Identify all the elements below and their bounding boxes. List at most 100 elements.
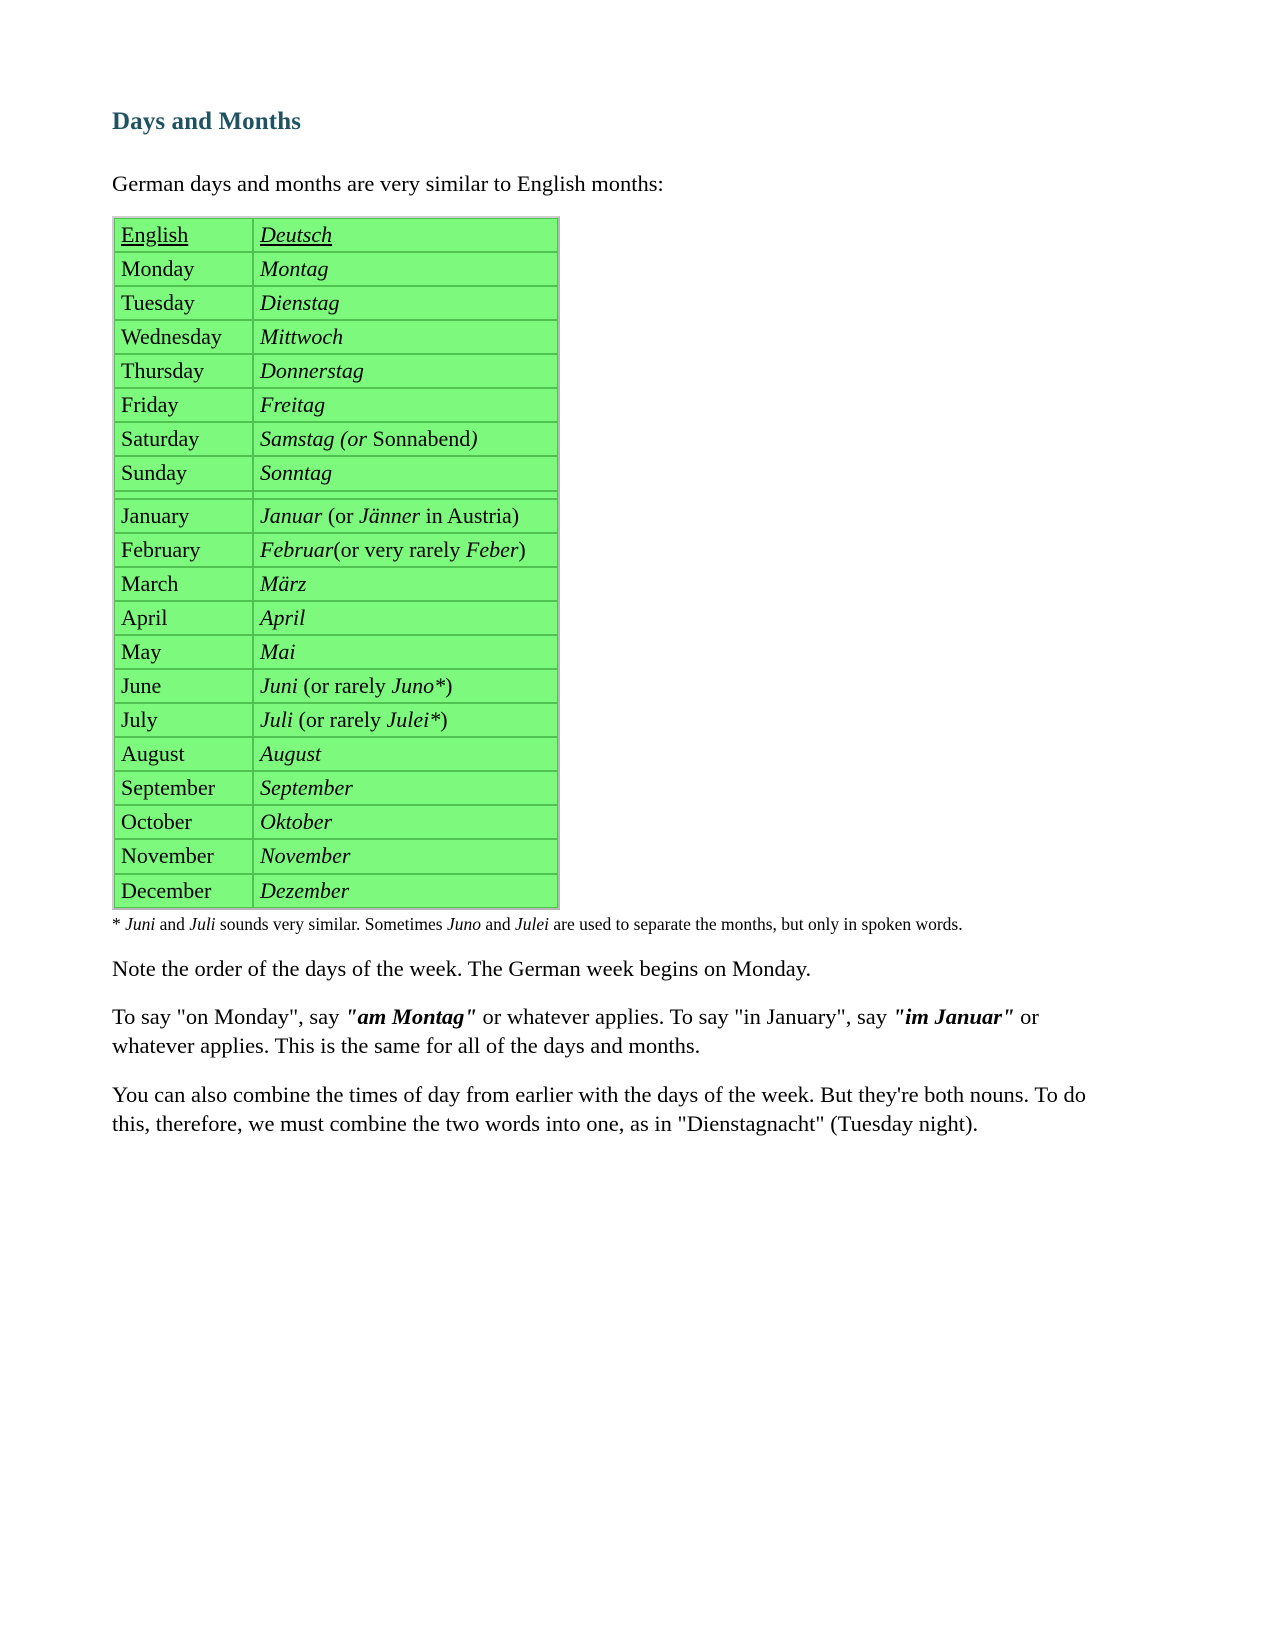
cell-english: October bbox=[114, 805, 253, 840]
deutsch-main: Freitag bbox=[260, 392, 326, 418]
cell-english: November bbox=[114, 839, 253, 874]
page-title: Days and Months bbox=[112, 108, 302, 135]
to-say-emphasis-am-montag: "am Montag" bbox=[345, 1004, 477, 1030]
cell-deutsch: Mittwoch bbox=[253, 320, 558, 355]
cell-deutsch: Donnerstag bbox=[253, 354, 558, 389]
table-row: Monday Montag bbox=[114, 251, 558, 286]
document-page: Days and Months German days and months a… bbox=[0, 0, 1275, 1650]
table-spacer-row bbox=[114, 490, 558, 499]
to-say-paragraph: To say "on Monday", say "am Montag" or w… bbox=[112, 1003, 1095, 1061]
footnote-word-juni: Juni bbox=[125, 913, 156, 934]
deutsch-main: März bbox=[260, 570, 307, 596]
spacer-cell-deutsch bbox=[253, 490, 558, 499]
table-row: Tuesday Dienstag bbox=[114, 285, 558, 321]
footnote-word-juli: Juli bbox=[189, 913, 216, 934]
table-row: May Mai bbox=[114, 634, 558, 670]
cell-deutsch: März bbox=[253, 566, 558, 601]
table-row: October Oktober bbox=[114, 805, 558, 840]
deutsch-main: April bbox=[260, 604, 306, 630]
cell-english: Friday bbox=[114, 388, 253, 423]
deutsch-end: ) bbox=[445, 673, 453, 699]
footnote-word-juno: Juno bbox=[446, 913, 481, 934]
deutsch-main: Mittwoch bbox=[260, 324, 344, 350]
cell-english: Monday bbox=[114, 251, 253, 286]
footnote-seg2: sounds very similar. Sometimes bbox=[215, 913, 447, 934]
table-header-english-label: English bbox=[121, 221, 189, 247]
table-row: Wednesday Mittwoch bbox=[114, 320, 558, 355]
table-row: September September bbox=[114, 771, 558, 806]
cell-english: September bbox=[114, 771, 253, 806]
cell-english: Thursday bbox=[114, 354, 253, 389]
deutsch-main: Januar bbox=[260, 502, 323, 528]
cell-english: Wednesday bbox=[114, 320, 253, 355]
deutsch-main: Dezember bbox=[260, 877, 350, 903]
table-row: December Dezember bbox=[114, 873, 558, 908]
deutsch-mid: (or rarely bbox=[293, 707, 387, 733]
footnote-seg1: and bbox=[155, 913, 190, 934]
deutsch-tail: Jänner bbox=[358, 502, 421, 528]
cell-deutsch: Montag bbox=[253, 251, 558, 286]
cell-deutsch: Juli (or rarely Julei*) bbox=[253, 703, 558, 738]
deutsch-main: September bbox=[260, 775, 353, 801]
cell-deutsch: Januar (or Jänner in Austria) bbox=[253, 498, 558, 533]
deutsch-main: Oktober bbox=[260, 809, 333, 835]
deutsch-main: Juni bbox=[260, 673, 298, 699]
cell-deutsch: Juni (or rarely Juno*) bbox=[253, 669, 558, 704]
table-row: Sunday Sonntag bbox=[114, 456, 558, 491]
cell-english: January bbox=[114, 498, 253, 533]
deutsch-end: ) bbox=[518, 536, 526, 562]
cell-english: Tuesday bbox=[114, 285, 253, 321]
table-row: June Juni (or rarely Juno*) bbox=[114, 669, 558, 704]
cell-english: July bbox=[114, 703, 253, 738]
deutsch-mid: (or rarely bbox=[297, 673, 392, 699]
cell-english: December bbox=[114, 873, 253, 908]
deutsch-main: Samstag (or bbox=[260, 426, 367, 452]
to-say-part1: To say "on Monday", say bbox=[112, 1004, 346, 1030]
deutsch-end: in Austria) bbox=[420, 502, 520, 528]
deutsch-main: Mai bbox=[260, 638, 296, 664]
to-say-emphasis-im-januar: "im Januar" bbox=[892, 1004, 1015, 1030]
cell-english: March bbox=[114, 566, 253, 601]
days-and-months-table: English Deutsch Monday Montag Tuesday Di… bbox=[112, 215, 560, 910]
cell-deutsch: Dezember bbox=[253, 873, 558, 908]
cell-english: Saturday bbox=[114, 422, 253, 457]
deutsch-tail: ) bbox=[470, 426, 478, 452]
table-row: Friday Freitag bbox=[114, 388, 558, 423]
table-row: July Juli (or rarely Julei*) bbox=[114, 703, 558, 738]
table-row: Thursday Donnerstag bbox=[114, 354, 558, 389]
table-row: January Januar (or Jänner in Austria) bbox=[114, 498, 558, 533]
table-row: February Februar(or very rarely Feber) bbox=[114, 532, 558, 567]
note-order-paragraph: Note the order of the days of the week. … bbox=[112, 955, 812, 981]
table-row: August August bbox=[114, 737, 558, 772]
table-row: Saturday Samstag (or Sonnabend) bbox=[114, 422, 558, 457]
footnote-seg3: and bbox=[480, 913, 515, 934]
cell-deutsch: April bbox=[253, 600, 558, 635]
cell-english: May bbox=[114, 634, 253, 670]
footnote-seg4: are used to separate the months, but onl… bbox=[549, 913, 963, 934]
deutsch-mid: (or bbox=[322, 502, 359, 528]
spacer-cell-english bbox=[114, 490, 253, 499]
table-row: April April bbox=[114, 600, 558, 635]
table-header-deutsch: Deutsch bbox=[253, 217, 558, 252]
deutsch-main: Dienstag bbox=[260, 289, 340, 315]
deutsch-main: Juli bbox=[260, 707, 293, 733]
cell-english: August bbox=[114, 737, 253, 772]
cell-english: February bbox=[114, 532, 253, 567]
deutsch-tail: Juno* bbox=[391, 673, 446, 699]
cell-deutsch: Februar(or very rarely Feber) bbox=[253, 532, 558, 567]
table-body: English Deutsch Monday Montag Tuesday Di… bbox=[114, 217, 558, 908]
deutsch-main: Donnerstag bbox=[260, 358, 364, 384]
deutsch-main: Sonntag bbox=[260, 460, 333, 486]
deutsch-tail: Julei* bbox=[386, 707, 441, 733]
cell-english: April bbox=[114, 600, 253, 635]
deutsch-main: November bbox=[260, 843, 351, 869]
table-header-deutsch-label: Deutsch bbox=[260, 221, 333, 247]
table-row: March März bbox=[114, 566, 558, 601]
cell-deutsch: Mai bbox=[253, 634, 558, 670]
deutsch-tail: Feber bbox=[465, 536, 519, 562]
cell-deutsch: Oktober bbox=[253, 805, 558, 840]
deutsch-mid: (or very rarely bbox=[333, 536, 466, 562]
cell-deutsch: November bbox=[253, 839, 558, 874]
deutsch-mid: Sonnabend bbox=[366, 426, 471, 452]
cell-deutsch: Sonntag bbox=[253, 456, 558, 491]
